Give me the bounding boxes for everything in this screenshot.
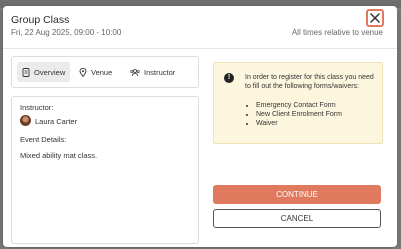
booking-modal: Group Class Fri, 22 Aug 2025, 09:00 - 10… — [3, 6, 397, 247]
tab-overview-label: Overview — [34, 67, 66, 77]
tab-instructor-label: Instructor — [144, 67, 176, 77]
continue-button[interactable]: CONTINUE — [213, 185, 381, 204]
group-icon — [130, 68, 140, 76]
notice-text: In order to register for this class you … — [245, 74, 374, 90]
instructor-label: Instructor: — [20, 103, 54, 112]
list-item: New Client Enrolment Form — [256, 110, 342, 119]
class-info-panel: Overview Venue Instructor Instructor: La… — [11, 56, 199, 244]
class-datetime: Fri, 22 Aug 2025, 09:00 - 10:00 — [11, 28, 122, 37]
list-item: Emergency Contact Form — [256, 101, 342, 110]
list-item: Waiver — [256, 119, 342, 128]
forms-required-notice: ! In order to register for this class yo… — [213, 62, 383, 144]
tab-venue-label: Venue — [91, 67, 113, 77]
info-tabs: Overview Venue Instructor — [11, 56, 199, 88]
document-icon — [22, 67, 30, 77]
avatar — [20, 115, 31, 126]
cancel-button[interactable]: CANCEL — [213, 209, 381, 228]
required-forms-list: Emergency Contact Form New Client Enrolm… — [242, 101, 342, 128]
event-details-label: Event Details: — [20, 135, 67, 144]
overview-details: Instructor: Laura Carter Event Details: … — [11, 96, 199, 244]
close-icon — [370, 13, 380, 23]
location-pin-icon — [79, 67, 87, 77]
tab-overview[interactable]: Overview — [17, 62, 71, 82]
tab-venue[interactable]: Venue — [74, 62, 117, 82]
modal-header: Group Class Fri, 22 Aug 2025, 09:00 - 10… — [3, 6, 397, 49]
close-button[interactable] — [366, 9, 384, 27]
tab-instructor[interactable]: Instructor — [125, 62, 180, 82]
registration-panel: ! In order to register for this class yo… — [207, 56, 389, 244]
timezone-note: All times relative to venue — [291, 28, 383, 37]
modal-title: Group Class — [11, 14, 70, 26]
event-description: Mixed ability mat class. — [20, 151, 98, 160]
info-icon: ! — [224, 73, 234, 83]
instructor-name: Laura Carter — [35, 117, 78, 126]
